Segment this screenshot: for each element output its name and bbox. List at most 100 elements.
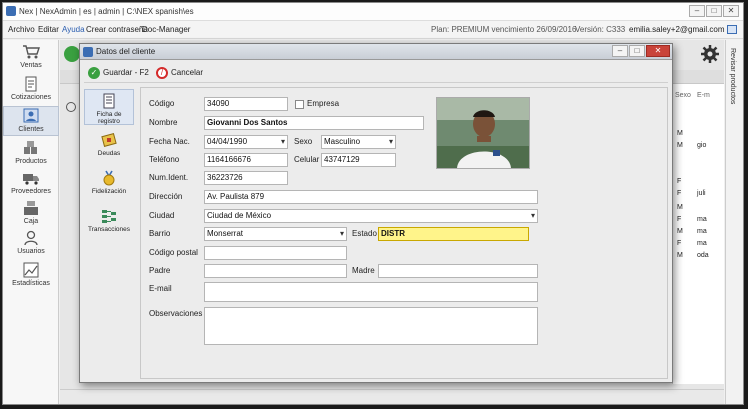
client-photo-image	[437, 98, 529, 168]
fecha-nac-label: Fecha Nac.	[149, 137, 190, 146]
status-bar	[60, 389, 724, 403]
grid-cell-sexo: M	[677, 142, 683, 149]
celular-field[interactable]: 43747129	[321, 153, 396, 167]
title-bar: Nex | NexAdmin | es | admin | C:\NEX spa…	[3, 3, 743, 21]
layout-icon[interactable]	[727, 25, 737, 34]
chart-icon	[23, 262, 39, 278]
telefono-field[interactable]: 1164166676	[204, 153, 288, 167]
nav-productos[interactable]: Productos	[3, 140, 59, 165]
grid-cell-email: ma	[697, 216, 707, 223]
direccion-label: Dirección	[149, 192, 183, 201]
menu-archivo[interactable]: Archivo	[8, 25, 35, 34]
nombre-label: Nombre	[149, 118, 178, 127]
nav-caja[interactable]: Caja	[3, 200, 59, 225]
tab-label: Transacciones	[87, 226, 131, 233]
left-navigation: Ventas Cotizaciones Clientes Productos P…	[3, 40, 59, 404]
padre-field[interactable]	[204, 264, 347, 278]
cash-register-icon	[24, 201, 38, 215]
save-button[interactable]: ✓ Guardar - F2	[88, 65, 149, 81]
madre-field[interactable]	[378, 264, 538, 278]
cancel-label: Cancelar	[171, 68, 204, 77]
nav-usuarios[interactable]: Usuarios	[3, 230, 59, 255]
nav-clientes[interactable]: Clientes	[3, 106, 59, 136]
ciudad-select[interactable]: Ciudad de México	[204, 209, 538, 223]
tab-label: Deudas	[97, 150, 121, 157]
tab-label: Ficha de registro	[96, 111, 122, 125]
medal-icon	[103, 170, 115, 186]
minimize-button[interactable]: –	[689, 5, 705, 17]
numident-field[interactable]: 36223726	[204, 171, 288, 185]
dialog-close-button[interactable]: ✕	[646, 45, 670, 57]
nav-ventas[interactable]: Ventas	[3, 44, 59, 69]
tab-label: Fidelización	[91, 188, 127, 195]
sexo-label: Sexo	[294, 137, 313, 146]
dialog-maximize-button[interactable]: □	[629, 45, 645, 57]
nav-cotizaciones[interactable]: Cotizaciones	[3, 76, 59, 101]
transactions-icon	[102, 210, 116, 223]
nombre-field[interactable]: Giovanni Dos Santos	[204, 116, 424, 130]
codigo-postal-field[interactable]	[204, 246, 347, 260]
right-side-panel[interactable]: Revisar productos	[725, 40, 743, 404]
estado-label: Estado	[352, 229, 377, 238]
grid-cell-email: ma	[697, 228, 707, 235]
user-email[interactable]: emilia.saley+2@gmail.com	[629, 25, 725, 34]
observaciones-label: Observaciones	[149, 309, 203, 318]
estado-field[interactable]: DISTR	[378, 227, 529, 241]
gear-icon[interactable]	[700, 44, 720, 64]
version-info: Versión: C333	[575, 25, 626, 34]
tab-fidelizacion[interactable]: Fidelización	[84, 167, 134, 201]
grid-cell-sexo: M	[677, 228, 683, 235]
menu-doc-manager[interactable]: Doc-Manager	[142, 25, 190, 34]
fecha-nac-picker[interactable]: 04/04/1990	[204, 135, 288, 149]
email-field[interactable]	[204, 282, 538, 302]
search-icon[interactable]	[66, 102, 76, 112]
empresa-label: Empresa	[307, 99, 340, 108]
grid-header-email: E-m	[697, 92, 710, 99]
barrio-label: Barrio	[149, 229, 171, 238]
cancel-button[interactable]: / Cancelar	[156, 65, 203, 81]
grid-cell-sexo: M	[677, 204, 683, 211]
grid-cell-sexo: F	[677, 190, 682, 197]
dialog-toolbar: ✓ Guardar - F2 /Cancelar	[84, 63, 668, 83]
tab-transacciones[interactable]: Transacciones	[84, 205, 134, 239]
cancel-icon: /	[156, 66, 168, 79]
nav-label: Ventas	[20, 62, 42, 69]
empresa-checkbox[interactable]	[295, 100, 304, 109]
registration-card-icon	[103, 93, 115, 109]
nav-proveedores[interactable]: Proveedores	[3, 170, 59, 195]
grid-cell-sexo: F	[677, 216, 682, 223]
nav-label: Proveedores	[11, 188, 51, 195]
app-icon	[6, 6, 16, 16]
menu-editar[interactable]: Editar	[38, 25, 59, 34]
codigo-label: Código	[149, 99, 175, 108]
close-button[interactable]: ✕	[723, 5, 739, 17]
dialog-title: Datos del cliente	[96, 47, 156, 56]
cart-icon	[23, 45, 40, 59]
nav-label: Productos	[15, 158, 47, 165]
direccion-field[interactable]: Av. Paulista 879	[204, 190, 538, 204]
client-photo[interactable]	[436, 97, 530, 169]
tab-deudas[interactable]: Deudas	[84, 129, 134, 163]
dialog-minimize-button[interactable]: –	[612, 45, 628, 57]
boxes-icon	[24, 141, 37, 154]
app-window: Nex | NexAdmin | es | admin | C:\NEX spa…	[2, 2, 744, 405]
nav-estadisticas[interactable]: Estadísticas	[3, 262, 59, 287]
user-icon	[24, 230, 38, 246]
observaciones-field[interactable]	[204, 307, 538, 345]
dialog-side-tabs: Ficha de registro Deudas Fidelización Tr…	[84, 87, 136, 377]
madre-label: Madre	[352, 266, 375, 275]
grid-cell-email: oda	[697, 252, 709, 259]
menu-ayuda[interactable]: Ayuda	[62, 25, 85, 34]
barrio-select[interactable]: Monserrat	[204, 227, 347, 241]
grid-cell-email: gio	[697, 142, 707, 149]
telefono-label: Teléfono	[149, 155, 180, 164]
review-products-label[interactable]: Revisar productos	[729, 48, 736, 104]
maximize-button[interactable]: □	[706, 5, 722, 17]
tab-ficha-de-registro[interactable]: Ficha de registro	[84, 89, 134, 125]
add-client-icon[interactable]	[64, 46, 80, 62]
nav-label: Caja	[23, 218, 39, 225]
menu-crear-contrasena[interactable]: Crear contraseña	[86, 25, 148, 34]
codigo-field[interactable]: 34090	[204, 97, 288, 111]
clients-icon	[23, 108, 39, 123]
sexo-select[interactable]: Masculino	[321, 135, 396, 149]
